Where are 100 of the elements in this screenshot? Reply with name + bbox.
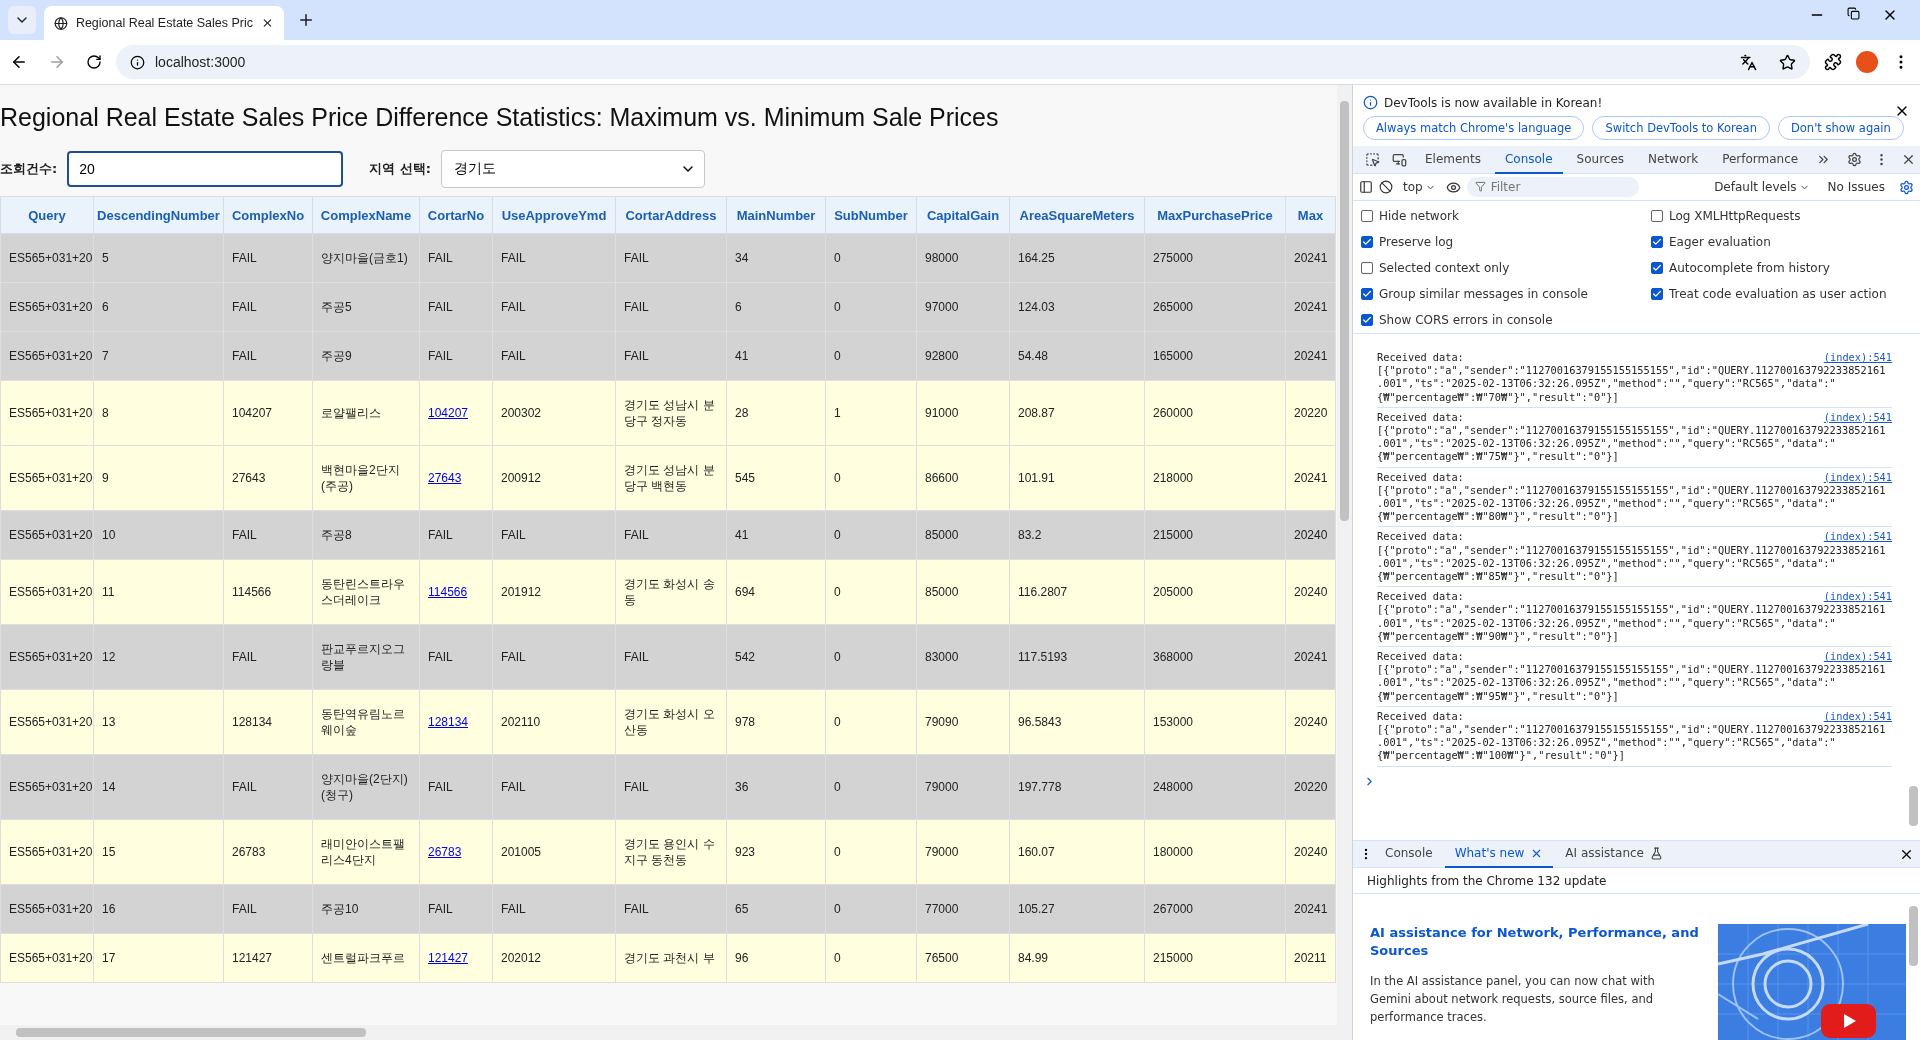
checkbox[interactable]: [1361, 314, 1373, 326]
message-label: Received data:: [1377, 530, 1464, 544]
table-cell: 114566: [223, 559, 313, 625]
table-cell: 116.2807: [1009, 559, 1145, 625]
table-cell: FAIL: [615, 331, 727, 381]
drawer-tab[interactable]: Console: [1375, 840, 1443, 868]
settings-icon[interactable]: [1899, 179, 1914, 195]
profile-avatar[interactable]: [1856, 51, 1878, 73]
devtools-tab[interactable]: Console: [1494, 145, 1563, 174]
message-text: .001","ts":"2025-02-13T06:32:26.095Z","method":"","query":"RC565","data":": [1377, 676, 1837, 690]
forward-icon[interactable]: [48, 53, 66, 71]
devtools-tab[interactable]: Performance: [1712, 145, 1809, 174]
checkbox[interactable]: [1651, 262, 1663, 274]
source-link[interactable]: (index):541: [1823, 470, 1892, 484]
region-label: 지역 선택:: [369, 160, 431, 178]
play-button[interactable]: [1821, 1004, 1876, 1038]
checkbox[interactable]: [1361, 210, 1373, 222]
table-cell: ES565+031+20: [0, 559, 94, 625]
table-cell: ES565+031+20: [0, 510, 94, 560]
horizontal-scrollbar[interactable]: [0, 1025, 1352, 1040]
browser-tab[interactable]: Regional Real Estate Sales Pric: [44, 6, 284, 40]
table-cell: 9: [93, 445, 224, 511]
table-cell: 동탄역유림노르웨이숲: [312, 689, 420, 755]
table-cell: FAIL: [223, 331, 313, 381]
table-cell: 주공9: [312, 331, 420, 381]
devtools-tab[interactable]: Network: [1638, 145, 1709, 174]
filter-field[interactable]: Filter: [1466, 177, 1639, 197]
tab-search-button[interactable]: [8, 6, 36, 34]
table-cell: ES565+031+20: [0, 445, 94, 511]
table-cell: 275000: [1144, 233, 1286, 283]
sidebar-icon[interactable]: [1359, 180, 1373, 194]
checkbox[interactable]: [1361, 236, 1373, 248]
device-toolbar-icon[interactable]: [1392, 152, 1407, 167]
checkbox[interactable]: [1361, 288, 1373, 300]
setting-label: Show CORS errors in console: [1379, 313, 1553, 327]
devtools-tab[interactable]: Sources: [1566, 145, 1635, 174]
star-icon[interactable]: [1779, 53, 1796, 71]
checkbox[interactable]: [1651, 210, 1663, 222]
drawer-tab[interactable]: What's new: [1444, 840, 1554, 868]
back-icon[interactable]: [10, 53, 28, 71]
extensions-icon[interactable]: [1824, 53, 1842, 71]
cortar-link[interactable]: 121427: [428, 951, 469, 965]
checkbox[interactable]: [1651, 288, 1663, 300]
info-icon[interactable]: [130, 54, 145, 70]
infobar-button[interactable]: Switch DevTools to Korean: [1592, 116, 1770, 140]
reload-icon[interactable]: [86, 54, 102, 70]
table-cell: 0: [825, 624, 917, 690]
checkbox[interactable]: [1651, 236, 1663, 248]
devtools-tab[interactable]: Elements: [1415, 145, 1491, 174]
source-link[interactable]: (index):541: [1823, 351, 1892, 365]
table-cell: FAIL: [615, 884, 727, 934]
table-cell: 20240: [1285, 559, 1336, 625]
cortar-link[interactable]: 128134: [428, 715, 469, 729]
eye-icon[interactable]: [1445, 179, 1461, 195]
table-cell: 260000: [1144, 380, 1286, 446]
table-cell: 104207: [223, 380, 313, 446]
source-link[interactable]: (index):541: [1823, 650, 1892, 664]
source-link[interactable]: (index):541: [1823, 590, 1892, 604]
context-selector[interactable]: top: [1399, 180, 1440, 194]
source-link[interactable]: (index):541: [1823, 530, 1892, 544]
table-cell: FAIL: [492, 884, 616, 934]
table-cell: FAIL: [419, 233, 493, 283]
infobar-button[interactable]: Don't show again: [1777, 116, 1904, 140]
region-select[interactable]: 경기도: [440, 150, 705, 188]
cortar-link[interactable]: 104207: [428, 406, 469, 420]
vertical-scrollbar[interactable]: [1337, 85, 1352, 1025]
address-bar[interactable]: localhost:3000: [116, 45, 1810, 79]
restore-icon[interactable]: [1847, 7, 1860, 20]
cortar-link[interactable]: 27643: [428, 471, 462, 485]
checkbox[interactable]: [1361, 262, 1373, 274]
drawer-tab[interactable]: AI assistance: [1555, 840, 1673, 868]
message-text: {₩"percentage₩":₩"100₩"}","result":"0"}]: [1377, 749, 1626, 763]
table-cell: 36: [726, 754, 826, 820]
source-link[interactable]: (index):541: [1823, 709, 1892, 724]
highlights-heading: Highlights from the Chrome 132 update: [1367, 873, 1607, 888]
clear-icon[interactable]: [1379, 180, 1393, 194]
table-cell: 34: [726, 233, 826, 283]
message-label: Received data:: [1377, 470, 1464, 484]
table-cell: 200302: [492, 380, 616, 446]
table-cell: 경기도 성남시 분당구 정자동: [615, 380, 727, 446]
table-cell: 218000: [1144, 445, 1286, 511]
table-cell: 215000: [1144, 933, 1286, 983]
table-cell: 20220: [1285, 754, 1336, 820]
message-label: Received data:: [1377, 590, 1464, 604]
table-cell: 164.25: [1009, 233, 1145, 283]
count-input[interactable]: 20: [67, 151, 344, 187]
table-cell: 202012: [492, 933, 616, 983]
cortar-link[interactable]: 114566: [428, 585, 468, 599]
table-cell: 542: [726, 624, 826, 690]
table-cell: FAIL: [223, 884, 313, 934]
levels-dropdown[interactable]: Default levels: [1710, 180, 1814, 194]
table-cell: 545: [726, 445, 826, 511]
settings-icon[interactable]: [1847, 152, 1863, 167]
close-icon[interactable]: [261, 16, 274, 30]
table-cell: 11: [93, 559, 224, 625]
cortar-link[interactable]: 26783: [428, 845, 462, 859]
source-link[interactable]: (index):541: [1823, 410, 1892, 424]
infobar-button[interactable]: Always match Chrome's language: [1363, 116, 1585, 140]
inspect-icon[interactable]: [1365, 152, 1380, 167]
translate-icon[interactable]: [1740, 53, 1757, 71]
